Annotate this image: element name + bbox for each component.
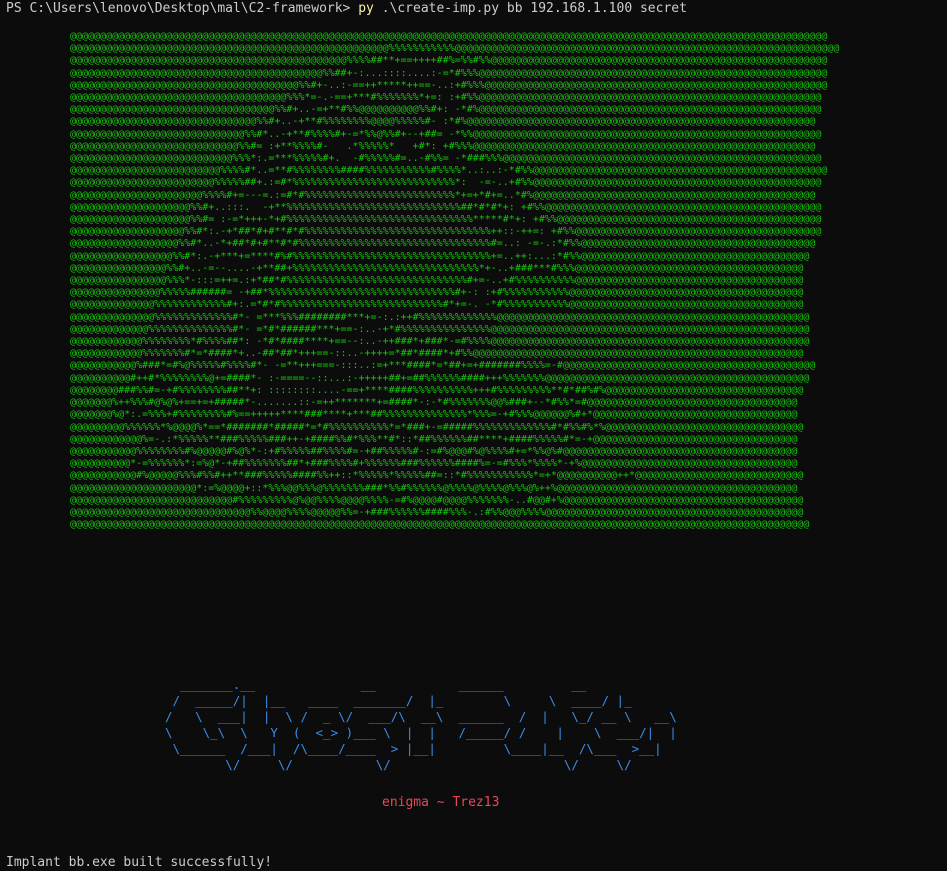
art-line: @@@@@@@@@@@@@@@@@@@@@@@@@@@@@@@@@@@@@@%%…: [70, 79, 828, 91]
art-line: @@@@@@@@@@@@@@@@@@@@@@@@@@@@@@@@@@@@@@@@…: [70, 55, 828, 67]
art-line: @@@@@@@@@@@@@@@@%%%*-:::=++=.:+*##*#%%%%…: [70, 275, 804, 287]
build-result-message: Implant bb.exe built successfully!: [6, 855, 273, 870]
banner-line: / \ ___| | \ / _ \/ ___/\ __\ ______ / |…: [165, 709, 677, 724]
banner-line: _______.__ __ ______ __: [165, 677, 587, 692]
art-line: @@@@@@@@@@@@@@%%%%%%%%%%%%#+:.=*#*#%%%%%…: [70, 299, 804, 311]
art-line: @@@@@@@@@@@@@%%%%%%%%%%%%%%#*- =*#*#####…: [70, 323, 810, 335]
art-line: @@@@@@@@@@@@@@@@@@@@@@@@@@@@@@@@@@@@@@@@…: [70, 31, 828, 42]
art-line: @@@@@@@@###%%#=-+#%%%%%%%%##**+: :::::::…: [70, 384, 804, 396]
banner-line: \/ \/ \/ \/ \/: [165, 757, 632, 772]
banner-line: / _____/| |__ ____ _______/ |_ \ \ ____/…: [165, 693, 632, 708]
art-line: @@@@@@@%++%%%#@%@%+==+=+#####*-.......::…: [70, 397, 798, 409]
ascii-banner: _______.__ __ ______ __ / _____/| |__ __…: [165, 677, 677, 773]
art-line: @@@@@@@@@@@@@@@@@@@%%#*:.-+*##*#+#**#*#%…: [70, 226, 822, 238]
art-line: @@@@@@@@@@@@@@@@@@@@@@@@%%%%%##+.:=#*%%%…: [70, 177, 822, 189]
art-line: @@@@@@@@@@@@@@@@@@@@@@@@@@@@%%#= :+**%%%…: [70, 140, 816, 152]
art-line: @@@@@@@@@@@@@@@@@@@@@*:=%@@@@+::*%%%@@%%…: [70, 482, 798, 494]
art-line: @@@@@@@@@@@@@@%%%%%%%%%%%%%#*- =***%%%##…: [70, 311, 810, 323]
art-line: @@@@@@@@@@@%###*=#%@%%%%%#%%%%#*- -=**++…: [70, 360, 816, 372]
art-line: @@@@@@@@@@@@@@@@@%%#*:.-+***+=****#%#%%%…: [70, 250, 810, 262]
art-line: @@@@@@@@@@@@@@@@@@@@@@@@@@@@@%%#*..-+**#…: [70, 128, 822, 140]
art-line: @@@@@@@@@@@%%%%%%%%#%@@@@@#%@%*-:+#%%%%%…: [70, 445, 798, 457]
art-line: @@@@@@@@@@@@@@@@@@@@@@@@@@@@@@@@@@%%#+..…: [70, 104, 822, 116]
art-line: @@@@@@@@@@@#%@@@@@%%%#%%#++**###%%%%%###…: [70, 470, 804, 482]
credit-text: enigma ~ Trez13: [382, 795, 500, 810]
banner-line: \______ /___| /\____/____ > |__| \____|_…: [165, 741, 662, 756]
art-line: @@@@@@@@@@@@@@@@@@@@%%#+..:::. -+**%%%%%…: [70, 201, 822, 213]
command-name: py: [358, 1, 374, 16]
art-line: @@@@@@@@@@@@@@@@@@@@@@@@@@@@@@@@@@@@@@@@…: [70, 67, 828, 79]
terminal-window[interactable]: PS C:\Users\lenovo\Desktop\mal\C2-framew…: [0, 0, 947, 871]
art-line: @@@@@@@@@@@@@@@@@@@@@@@@@@@%%%*:.=***%%%…: [70, 153, 822, 165]
art-line: @@@@@@@@@@#++#*%%%%%%%%@+=####*- :-====-…: [70, 372, 810, 384]
art-line: @@@@@@@@@@@@@@@%%%%%######= -+##*%%%%%%%…: [70, 287, 804, 299]
art-line: @@@@@@@@@@@@@@@@@@@@%%#= :-=*+++-*+#%%%%…: [70, 214, 822, 226]
art-line: @@@@@@@@@@@@%=-.:*%%%%%**###%%%%%###++-+…: [70, 433, 798, 445]
art-line: @@@@@@@@@@@@%%%%%%%%*#%%%%##*: -*#*####*…: [70, 336, 810, 348]
banner-line: \ \_\ \ Y ( <_> )___ \ | | /_____/ / | \…: [165, 725, 677, 740]
art-line: @@@@@@@@@@@@%%%%%%%#*=*####*+..-##*##*++…: [70, 348, 804, 360]
art-line: @@@@@@@@@@@@@@@@@@@@@@@@@@@@@@@@@@@@@@@@…: [70, 519, 810, 531]
prompt-path: PS C:\Users\lenovo\Desktop\mal\C2-framew…: [6, 1, 351, 16]
art-line: @@@@@@@@@@@@@@@@@@@@@@@@@@@@@@@%%#+..-+*…: [70, 116, 816, 128]
art-line: @@@@@@@@@%%%%%%*%@@@@%*==*#######*#####*…: [70, 421, 804, 433]
art-line: @@@@@@@@@@@@@@@@@@@@@@@@@%%%%#*..=**#%%%…: [70, 165, 828, 177]
art-line: @@@@@@@%@*:.=%%%+#%%%%%%%%#%==+++++****#…: [70, 409, 798, 421]
art-line: @@@@@@@@@@@@@@@@@@@@@@%%%%#+=---=.:=#*#%…: [70, 189, 816, 201]
art-line: @@@@@@@@@@@@@@@@@@@@@@@@@@@@@@@@@@@@%%%*…: [70, 92, 822, 104]
art-line: @@@@@@@@@@@@@@@@@@@@@@@@@@@@@@%%@@@@%%%%…: [70, 506, 804, 518]
art-line: @@@@@@@@@@@@@@@@%%#+..-=--....-+**##+%%%…: [70, 262, 804, 274]
ascii-art-image: @@@@@@@@@@@@@@@@@@@@@@@@@@@@@@@@@@@@@@@@…: [70, 31, 839, 531]
prompt-line: PS C:\Users\lenovo\Desktop\mal\C2-framew…: [6, 1, 687, 17]
art-line: @@@@@@@@@@*-=%%%%%%*:=%@*-+##%%%%%%%##*+…: [70, 458, 798, 470]
art-line: @@@@@@@@@@@@@@@@@@@@@@@@@@@@@@@@@@@@@@@@…: [70, 43, 840, 55]
art-line: @@@@@@@@@@@@@@@@@@%%#*..-*+##*#+#**#*#%%…: [70, 238, 816, 250]
art-line: @@@@@@@@@@@@@@@@@@@@@@@@@@@#%%%%%%%%%@%@…: [70, 494, 804, 506]
command-args: .\create-imp.py bb 192.168.1.100 secret: [381, 1, 687, 16]
